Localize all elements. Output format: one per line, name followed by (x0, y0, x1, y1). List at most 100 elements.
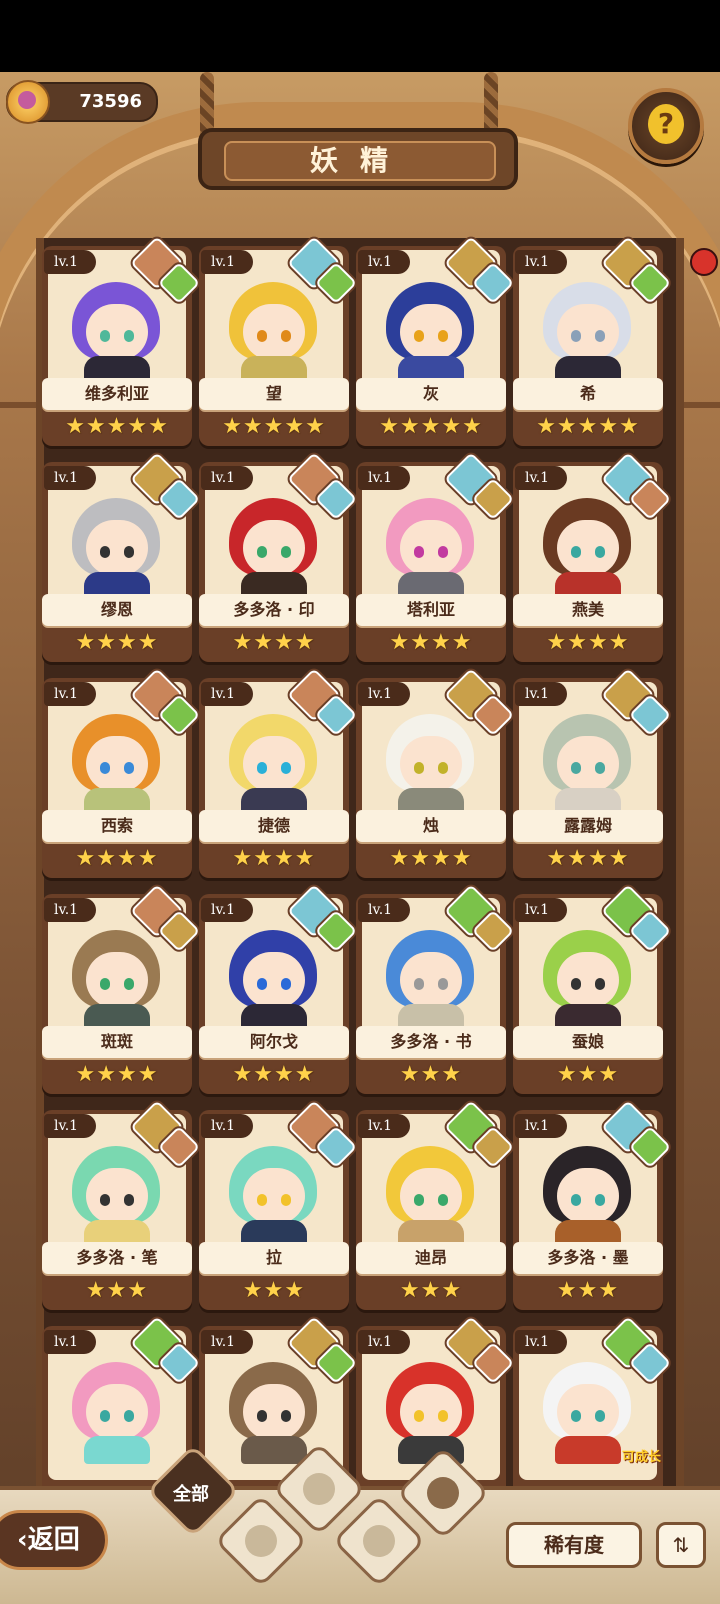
portrait-face (86, 952, 148, 1008)
portrait-eye (571, 1410, 581, 1422)
portrait-eye (281, 762, 291, 774)
portrait-eye (124, 546, 134, 558)
fairy-card[interactable]: lv.1 多多洛 · 书 ★★★ (356, 884, 515, 1096)
status-bar (0, 0, 720, 72)
rarity-sort-button[interactable]: 稀有度 (506, 1522, 642, 1568)
portrait-eye (100, 1410, 110, 1422)
card-name: 多多洛 · 印 (199, 594, 349, 626)
card-level: lv.1 (358, 1114, 411, 1138)
fairy-card[interactable]: lv.1 露露姆 ★★★★ (513, 668, 672, 880)
fairy-portrait (62, 1138, 172, 1248)
portrait-face (557, 736, 619, 792)
fairy-card[interactable]: lv.1 多多洛 · 印 ★★★★ (199, 452, 358, 664)
back-button[interactable]: ‹返回 (0, 1510, 108, 1570)
fairy-portrait (533, 922, 643, 1032)
card-name: 阿尔戈 (199, 1026, 349, 1058)
fairy-card[interactable]: lv.1 多多洛 · 墨 ★★★ (513, 1100, 672, 1312)
portrait-face (400, 1384, 462, 1440)
fairy-portrait (376, 1138, 486, 1248)
portrait-eye (571, 762, 581, 774)
card-level: lv.1 (515, 250, 568, 274)
fairy-card[interactable]: lv.1 蚕娘 ★★★ (513, 884, 672, 1096)
portrait-eye (124, 978, 134, 990)
star-rating: ★★★★★ (222, 414, 326, 439)
star-rating: ★★★ (399, 1278, 463, 1303)
fairy-card[interactable]: lv.1 希 ★★★★★ (513, 236, 672, 448)
portrait-eye (571, 978, 581, 990)
fairy-portrait (62, 1354, 172, 1464)
card-name: 迪昂 (356, 1242, 506, 1274)
sort-order-button[interactable]: ⇅ (656, 1522, 706, 1568)
portrait-eye (100, 1194, 110, 1206)
help-button[interactable]: ? (628, 88, 704, 164)
fairy-card[interactable]: lv.1 维多利亚 ★★★★★ (42, 236, 201, 448)
fairy-portrait (62, 922, 172, 1032)
growable-badge: 可成长 (621, 1450, 661, 1465)
fairy-portrait (376, 706, 486, 816)
portrait-eye (257, 546, 267, 558)
portrait-eye (414, 330, 424, 342)
portrait-eye (571, 546, 581, 558)
fairy-card[interactable]: lv.1 塔利亚 ★★★★ (356, 452, 515, 664)
fairy-portrait (376, 1354, 486, 1464)
portrait-eye (257, 330, 267, 342)
fairy-portrait (62, 274, 172, 384)
fairy-portrait (62, 706, 172, 816)
portrait-face (86, 520, 148, 576)
back-label: 返回 (27, 1525, 80, 1555)
fairy-card[interactable]: lv.1 迪昂 ★★★ (356, 1100, 515, 1312)
water-drop-icon (303, 1473, 335, 1505)
portrait-face (243, 520, 305, 576)
card-level: lv.1 (44, 898, 97, 922)
fairy-portrait (219, 490, 329, 600)
card-level: lv.1 (358, 1330, 411, 1354)
card-name: 多多洛 · 笔 (42, 1242, 192, 1274)
portrait-face (557, 952, 619, 1008)
portrait-eye (281, 330, 291, 342)
portrait-face (400, 520, 462, 576)
fairy-card[interactable]: lv.1 捷德 ★★★★ (199, 668, 358, 880)
portrait-eye (414, 1194, 424, 1206)
currency-amount: 73596 (79, 91, 142, 112)
fairy-card[interactable]: lv.1 西索 ★★★★ (42, 668, 201, 880)
star-rating: ★★★★ (75, 630, 159, 655)
fairy-card[interactable]: lv.1 烛 ★★★★ (356, 668, 515, 880)
card-name: 蚕娘 (513, 1026, 663, 1058)
fairy-card[interactable]: lv.1 燕美 ★★★★ (513, 452, 672, 664)
portrait-face (400, 736, 462, 792)
card-level: lv.1 (44, 1114, 97, 1138)
card-level: lv.1 (515, 1330, 568, 1354)
card-level: lv.1 (201, 1330, 254, 1354)
card-name: 望 (199, 378, 349, 410)
coin-icon (6, 80, 50, 124)
portrait-eye (571, 330, 581, 342)
page-title: 妖精 (224, 141, 496, 181)
portrait-eye (281, 546, 291, 558)
portrait-eye (595, 1194, 605, 1206)
card-level: lv.1 (44, 250, 97, 274)
fairy-card[interactable]: lv.1 缪恩 ★★★★ (42, 452, 201, 664)
card-name: 斑斑 (42, 1026, 192, 1058)
fairy-card[interactable]: lv.1 多多洛 · 笔 ★★★ (42, 1100, 201, 1312)
fairy-portrait (62, 490, 172, 600)
card-level: lv.1 (358, 682, 411, 706)
portrait-face (86, 1384, 148, 1440)
title-board: 妖精 (198, 128, 518, 190)
portrait-eye (414, 762, 424, 774)
fairy-card[interactable]: lv.1 望 ★★★★★ (199, 236, 358, 448)
portrait-face (243, 952, 305, 1008)
fairy-card[interactable]: lv.1 斑斑 ★★★★ (42, 884, 201, 1096)
fairy-card[interactable]: lv.1 拉 ★★★ (199, 1100, 358, 1312)
fairy-portrait (219, 1138, 329, 1248)
star-rating: ★★★ (242, 1278, 306, 1303)
fairy-card[interactable]: lv.1 阿尔戈 ★★★★ (199, 884, 358, 1096)
card-level: lv.1 (515, 466, 568, 490)
portrait-eye (595, 1410, 605, 1422)
card-name: 维多利亚 (42, 378, 192, 410)
back-arrow-icon: ‹ (17, 1525, 28, 1555)
card-level: lv.1 (44, 1330, 97, 1354)
currency-display: 73596 (6, 80, 158, 124)
star-rating: ★★★★ (389, 846, 473, 871)
card-level: lv.1 (358, 250, 411, 274)
fairy-card[interactable]: lv.1 灰 ★★★★★ (356, 236, 515, 448)
